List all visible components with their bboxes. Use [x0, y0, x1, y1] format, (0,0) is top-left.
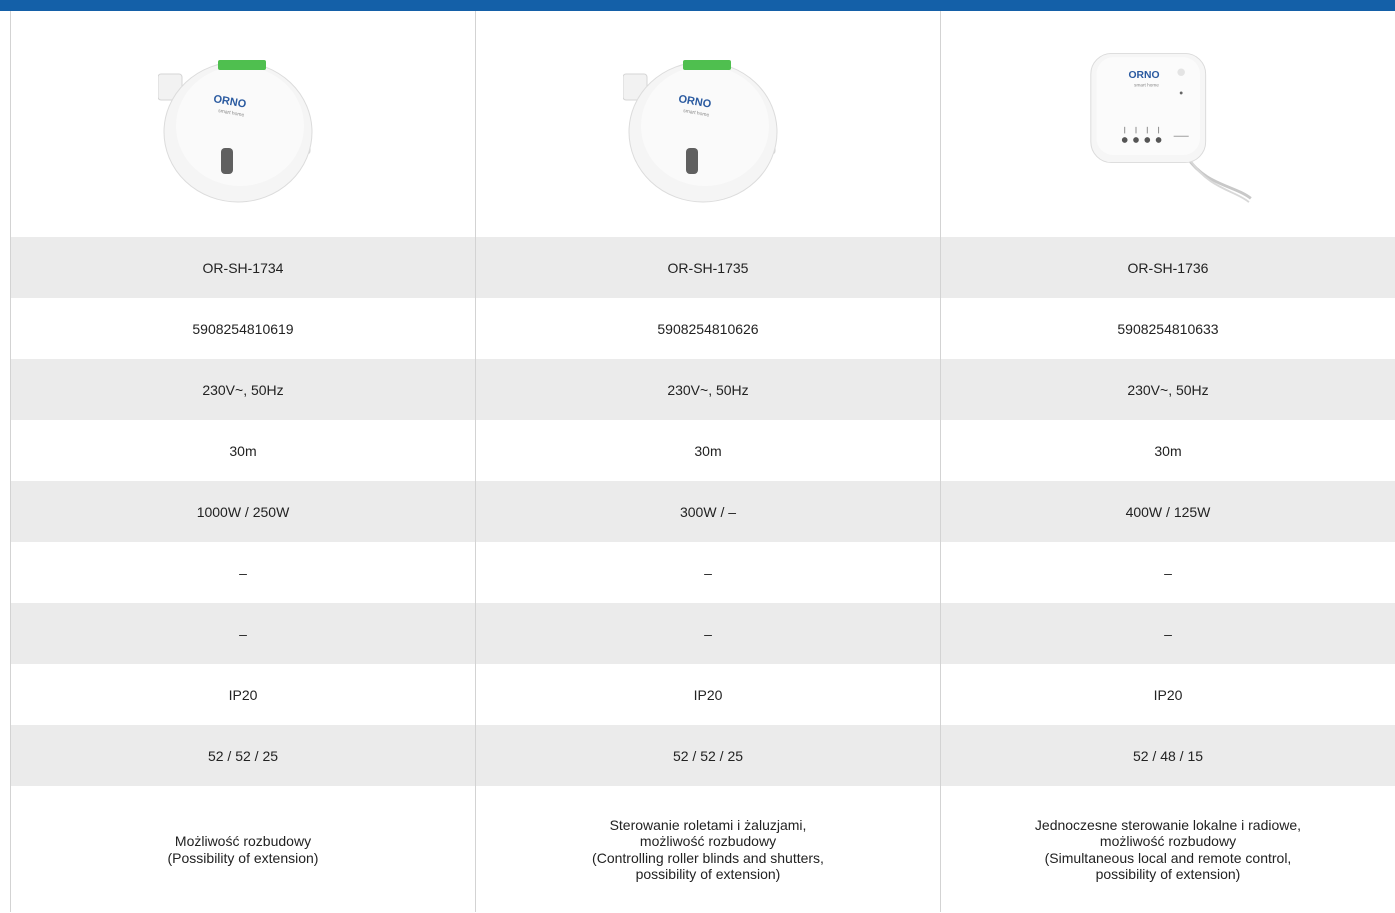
product-image-square-module: ORNO smart home [1090, 52, 1252, 203]
cell-dimensions: 52 / 52 / 25 [11, 725, 475, 786]
brand-logo: ORNO [1128, 70, 1159, 81]
cell-description: Sterowanie roletami i żaluzjami, możliwo… [592, 817, 824, 882]
cell-description: Możliwość rozbudowy (Possibility of exte… [167, 833, 319, 866]
cell-load: 300W / – [476, 481, 940, 542]
cell-supply: 230V~, 50Hz [476, 359, 940, 420]
comparison-table: ORNO smart home OR-SH-1734 5908254810619… [10, 11, 1395, 912]
product-column-3: ORNO smart home OR-SH-1736 5908254810633… [940, 11, 1395, 912]
cell-ip: IP20 [1153, 686, 1183, 703]
cell-ip: IP20 [693, 686, 723, 703]
cell-empty-1: – [704, 564, 712, 581]
cell-ip: IP20 [228, 686, 258, 703]
cell-ean: 5908254810633 [1117, 320, 1219, 337]
cell-ean: 5908254810626 [657, 320, 759, 337]
product-image-round-module: ORNO smart home [623, 60, 778, 203]
cell-range: 30m [694, 442, 722, 459]
cell-model: OR-SH-1734 [11, 237, 475, 298]
cell-empty-2: – [476, 603, 940, 664]
product-column-1: ORNO smart home OR-SH-1734 5908254810619… [10, 11, 475, 912]
cell-ean: 5908254810619 [192, 320, 294, 337]
cell-model: OR-SH-1735 [476, 237, 940, 298]
cell-supply: 230V~, 50Hz [11, 359, 475, 420]
cell-dimensions: 52 / 48 / 15 [941, 725, 1395, 786]
cell-empty-1: – [1164, 564, 1172, 581]
cell-range: 30m [1154, 442, 1182, 459]
cell-empty-2: – [941, 603, 1395, 664]
brand-subtitle: smart home [1134, 82, 1159, 87]
product-image-cell: ORNO smart home [476, 11, 940, 237]
cell-model: OR-SH-1736 [941, 237, 1395, 298]
cell-range: 30m [229, 442, 257, 459]
header-bar [0, 0, 1395, 11]
cell-empty-2: – [11, 603, 475, 664]
cell-description: Jednoczesne sterowanie lokalne i radiowe… [1034, 817, 1302, 882]
cell-empty-1: – [239, 564, 247, 581]
product-column-2: ORNO smart home OR-SH-1735 5908254810626… [475, 11, 940, 912]
cell-dimensions: 52 / 52 / 25 [476, 725, 940, 786]
cell-load: 1000W / 250W [11, 481, 475, 542]
product-image-cell: ORNO smart home [941, 11, 1395, 237]
product-image-round-module: ORNO smart home [158, 60, 313, 203]
cell-supply: 230V~, 50Hz [941, 359, 1395, 420]
product-image-cell: ORNO smart home [11, 11, 475, 237]
cell-load: 400W / 125W [941, 481, 1395, 542]
